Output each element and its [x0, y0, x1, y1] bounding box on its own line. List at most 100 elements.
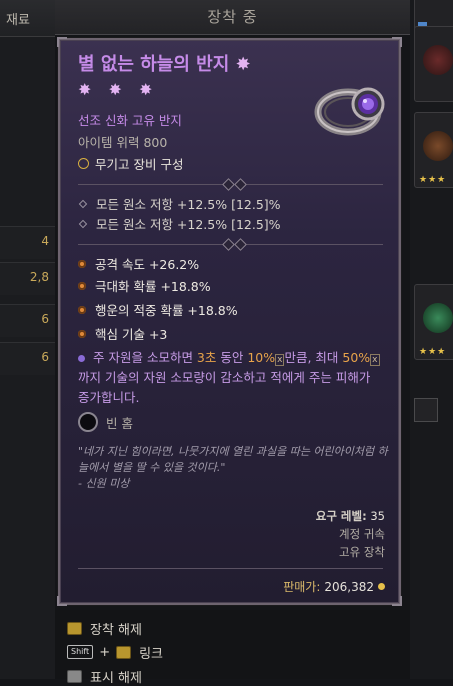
- section-divider: [78, 238, 383, 251]
- frame-corner: [57, 37, 67, 47]
- left-panel: 재료 4 2,8 6 6: [0, 0, 55, 679]
- affix-text: 행운의 적중 확률 +18.8%: [95, 303, 238, 318]
- legendary-text: 동안: [216, 350, 248, 365]
- affix-text: 극대화 확률 +18.8%: [95, 279, 211, 294]
- divider-diamond: [234, 178, 247, 191]
- affix-bullet-icon: [78, 305, 86, 314]
- socket-icon: [78, 412, 98, 432]
- sell-price-value: 206,382: [324, 579, 374, 594]
- class-requirement-text: 무기고 장비 구성: [95, 157, 184, 172]
- legendary-power: 주 자원을 소모하면 3초 동안 10% x 만큼, 최대 50% x까지 기술의 자…: [78, 348, 383, 408]
- multiplier-box: x: [370, 354, 380, 366]
- divider-diamond: [222, 238, 235, 251]
- account-bound: 계정 귀속: [339, 527, 385, 541]
- legendary-text: 까지 기술의 자원 소모량이 감소하고 적에게 주는 피해가 증가합니다.: [78, 370, 371, 405]
- plus-sign: +: [99, 644, 111, 660]
- flavor-author: - 신원 미상: [78, 477, 130, 490]
- affix: 핵심 기술 +3: [78, 324, 167, 343]
- required-level-label: 요구 레벨:: [315, 509, 367, 523]
- section-divider: [78, 568, 383, 569]
- item-name: 별 없는 하늘의 반지 ✸: [78, 54, 308, 76]
- flavor-text: "네가 지닌 힘이라면, 나뭇가지에 열린 과실을 따는 어린아이처럼 하늘에서…: [78, 444, 388, 492]
- divider-diamond: [222, 178, 235, 191]
- item-stars: ★★★: [419, 0, 446, 3]
- equipped-header: 장착 중: [55, 0, 410, 35]
- socket-label: 빈 홈: [106, 415, 133, 431]
- list-item[interactable]: 2,8: [0, 262, 55, 295]
- list-item-value: 6: [41, 312, 49, 326]
- shift-key-icon: Shift: [67, 645, 94, 659]
- item-power: 아이템 위력 800: [78, 135, 168, 150]
- context-menu: 장착 해제 Shift + 링크 표시 해제: [55, 610, 410, 686]
- gold-coin-icon: [378, 583, 385, 590]
- item-tooltip: 별 없는 하늘의 반지 ✸ ✸ ✸ ✸ 선조 신화 고유 반지 아이템 위력 8…: [57, 37, 402, 606]
- weapon-config-icon: [78, 158, 89, 169]
- equipped-header-title: 장착 중: [207, 8, 258, 26]
- section-divider: [78, 178, 383, 191]
- implicit-affix-text: 모든 원소 저항 +12.5% [12.5]%: [96, 197, 281, 212]
- implicit-affix-text: 모든 원소 저항 +12.5% [12.5]%: [96, 217, 281, 232]
- link-button[interactable]: Shift + 링크: [67, 642, 163, 662]
- affix-text: 핵심 기술 +3: [95, 327, 168, 342]
- implicit-affix: 모든 원소 저항 +12.5% [12.5]%: [78, 194, 281, 213]
- sell-price: 판매가: 206,382: [283, 578, 385, 595]
- divider-diamond: [234, 238, 247, 251]
- legendary-highlight: 50%: [342, 350, 371, 365]
- ring-icon: [314, 87, 385, 136]
- link-label: 링크: [139, 646, 164, 662]
- sell-price-label: 판매가:: [283, 580, 321, 594]
- required-level-value: 35: [370, 509, 385, 523]
- unmark-label: 표시 해제: [90, 670, 142, 686]
- materials-tab[interactable]: 재료: [0, 0, 55, 37]
- inventory-strip: ★★★ ★★★ ★★★: [410, 0, 453, 679]
- affix-text: 공격 속도 +26.2%: [95, 257, 200, 272]
- list-item[interactable]: 6: [0, 304, 55, 337]
- required-level: 요구 레벨: 35: [316, 508, 385, 524]
- inventory-slot[interactable]: ★★★: [414, 112, 453, 188]
- mythic-stars: ✸ ✸ ✸: [78, 80, 159, 99]
- list-item-value: 4: [41, 234, 49, 248]
- affix-bullet-icon: [78, 329, 86, 338]
- list-item-value: 2,8: [29, 270, 49, 284]
- inventory-button[interactable]: [414, 398, 438, 422]
- legendary-highlight: 3초: [196, 350, 217, 365]
- unique-equipped: 고유 장착: [339, 545, 385, 559]
- item-stars: ★★★: [419, 347, 447, 357]
- inventory-slot[interactable]: [414, 26, 453, 102]
- list-item[interactable]: 6: [0, 342, 55, 375]
- implicit-affix: 모든 원소 저항 +12.5% [12.5]%: [78, 214, 281, 233]
- legendary-text: 주 자원을 소모하면: [93, 350, 197, 365]
- materials-tab-label: 재료: [6, 13, 30, 28]
- list-item[interactable]: 4: [0, 226, 55, 259]
- list-item-value: 6: [41, 350, 49, 364]
- inventory-slot[interactable]: ★★★: [414, 284, 453, 360]
- item-icon: [423, 45, 453, 75]
- class-requirement: 무기고 장비 구성: [78, 154, 183, 173]
- unequip-label: 장착 해제: [90, 622, 142, 638]
- item-subtype: 선조 신화 고유 반지: [78, 113, 182, 128]
- diamond-bullet-icon: [78, 199, 88, 208]
- affix: 행운의 적중 확률 +18.8%: [78, 300, 238, 319]
- empty-socket: 빈 홈: [78, 412, 133, 432]
- legendary-highlight: 10%: [247, 350, 276, 365]
- legendary-power-icon: [78, 355, 85, 362]
- item-stars: ★★★: [419, 175, 447, 185]
- item-icon: [423, 131, 453, 161]
- affix: 극대화 확률 +18.8%: [78, 276, 211, 295]
- affix: 공격 속도 +26.2%: [78, 254, 199, 273]
- unequip-button[interactable]: 장착 해제: [67, 618, 142, 638]
- chest-icon: [67, 621, 82, 635]
- legendary-text: 만큼, 최대: [284, 350, 343, 365]
- mythic-star-icon: ✸: [235, 54, 251, 75]
- diamond-bullet-icon: [78, 219, 88, 228]
- affix-bullet-icon: [78, 281, 86, 290]
- item-name-text: 별 없는 하늘의 반지: [78, 54, 230, 75]
- affix-bullet-icon: [78, 259, 86, 268]
- frame-corner: [392, 596, 402, 606]
- mark-icon: [67, 669, 82, 683]
- frame-corner: [392, 37, 402, 47]
- item-icon: [423, 303, 453, 333]
- unmark-button[interactable]: 표시 해제: [67, 666, 142, 686]
- frame-corner: [57, 596, 67, 606]
- flavor-quote: "네가 지닌 힘이라면, 나뭇가지에 열린 과실을 따는 어린아이처럼 하늘에서…: [78, 445, 388, 474]
